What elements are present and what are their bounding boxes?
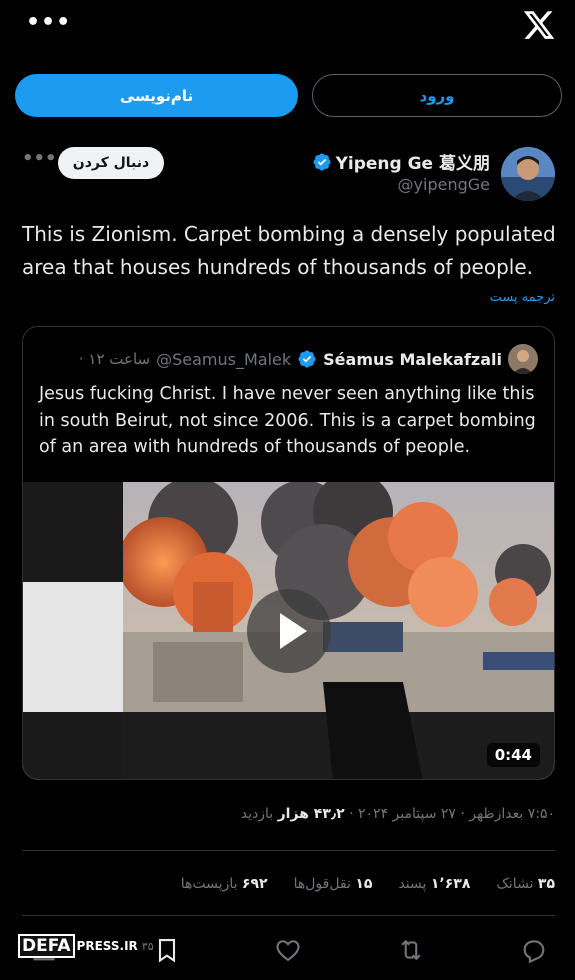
tweet-text: This is Zionism. Carpet bombing a densel… [22,222,556,279]
play-icon[interactable] [247,589,331,673]
repost-icon[interactable] [397,936,425,964]
login-button[interactable]: ورود [312,74,562,117]
stat-bookmarks: ۳۵ نشانک [496,876,555,892]
x-logo-icon[interactable] [522,8,556,42]
tweet-author: Yipeng Ge 葛义朋 @yipengGe دنبال کردن ••• [0,144,575,204]
stat-quotes[interactable]: ۱۵ نقل‌قول‌ها [294,876,373,892]
quoted-tweet-handle: @Seamus_Malek [156,349,292,369]
quoted-tweet[interactable]: · ۱۲ ساعت @Seamus_Malek Séamus Malekafza… [22,326,555,780]
views-count: ۴۳٫۲ هزار [277,806,345,822]
verified-icon [298,350,316,368]
watermark: DEFA PRESS.IR ۳۵ [18,934,154,958]
auth-bar: نام‌نویسی ورود [0,74,575,118]
verified-icon [313,152,331,171]
author-name-text: Yipeng Ge 葛义朋 [335,154,490,174]
divider [22,915,555,916]
tweet-stats: ۶۹۲ بازپست‌ها ۱۵ نقل‌قول‌ها ۱٬۶۳۸ پسند ۳… [181,876,555,892]
bookmark-icon[interactable] [153,936,181,964]
translate-link[interactable]: ترجمه پست [490,290,555,305]
more-icon[interactable]: ••• [26,10,71,35]
author-name[interactable]: Yipeng Ge 葛义朋 [312,149,490,174]
top-bar: ••• [0,0,575,60]
video-player[interactable]: 0:44 [23,482,554,779]
follow-button[interactable]: دنبال کردن [58,147,164,179]
watermark-brand: DEFA [18,934,75,958]
video-duration: 0:44 [486,743,540,767]
avatar [508,344,538,374]
timestamp-text[interactable]: ۷:۵۰ بعدازظهر · ۲۷ سپتامبر ۲۰۲۴ · [345,806,555,822]
quoted-tweet-name: Séamus Malekafzali [323,349,502,369]
stat-reposts[interactable]: ۶۹۲ بازپست‌ها [181,876,268,892]
quoted-tweet-time[interactable]: · ۱۲ ساعت [79,350,150,368]
watermark-site: PRESS.IR [76,939,138,953]
author-handle[interactable]: @yipengGe [398,175,490,194]
avatar[interactable] [501,147,555,201]
bookmark-count: ۳۵ [141,939,154,953]
signup-button[interactable]: نام‌نویسی [15,74,298,117]
stat-likes[interactable]: ۱٬۶۳۸ پسند [398,876,470,892]
tweet-timestamp: ۷:۵۰ بعدازظهر · ۲۷ سپتامبر ۲۰۲۴ · ۴۳٫۲ ه… [241,806,555,822]
more-icon[interactable]: ••• [22,148,57,169]
like-icon[interactable] [274,936,302,964]
views-label: بازدید [240,806,278,822]
divider [22,850,555,851]
quoted-tweet-header: · ۱۲ ساعت @Seamus_Malek Séamus Malekafza… [79,343,538,375]
reply-icon[interactable] [520,936,548,964]
quoted-tweet-text: Jesus fucking Christ. I have never seen … [39,384,536,457]
